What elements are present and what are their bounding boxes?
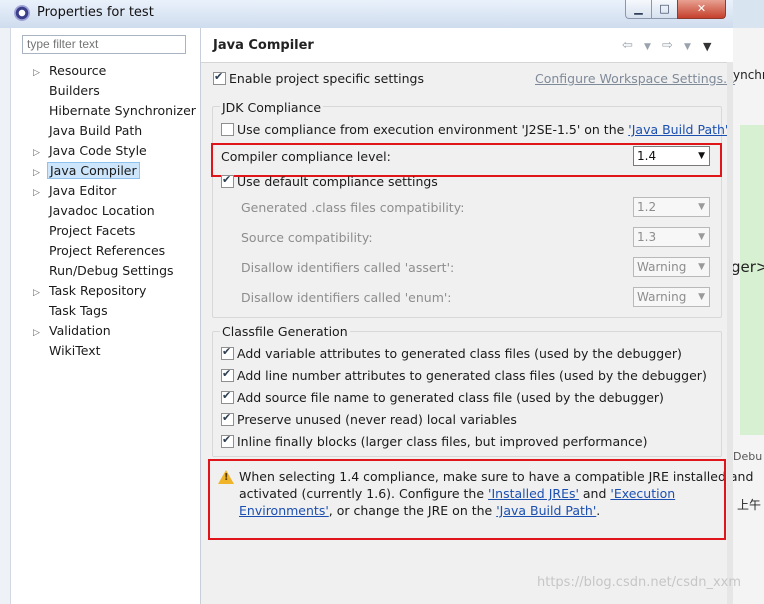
classfile-option-label: Add line number attributes to generated … [237, 368, 707, 383]
classfile-option-checkbox[interactable] [221, 433, 234, 448]
tree-item-label: Java Editor [49, 183, 117, 198]
tree-item[interactable]: Run/Debug Settings [33, 261, 176, 280]
tree-item[interactable]: ▷ Java Editor [33, 181, 118, 200]
background-text-debug: Debu [733, 450, 763, 463]
tree-item[interactable]: Project References [33, 241, 167, 260]
classfile-option-label: Preserve unused (never read) local varia… [237, 412, 517, 427]
tree-item[interactable]: Project Facets [33, 221, 137, 240]
tree-item[interactable]: ▷ Java Compiler [33, 161, 140, 180]
classfile-option-checkbox[interactable] [221, 345, 234, 360]
eclipse-icon [14, 5, 30, 21]
classfile-option-label: Add source file name to generated class … [237, 390, 664, 405]
tree-item-label: Task Tags [49, 303, 108, 318]
jdk-setting-value: Warning [637, 290, 687, 304]
chevron-down-icon: ▼ [698, 262, 705, 272]
tree-item-label: Project Facets [49, 223, 136, 238]
enable-specific-label: Enable project specific settings [229, 71, 424, 86]
tree-item[interactable]: ▷ Validation [33, 321, 113, 340]
tree-item[interactable]: ▷ Task Repository [33, 281, 148, 300]
tree-item[interactable]: Task Tags [33, 301, 110, 320]
classfile-option-checkbox[interactable] [221, 389, 234, 404]
background-text-am: 上午 [737, 498, 762, 512]
maximize-button[interactable]: □ [651, 0, 678, 19]
configure-workspace-link[interactable]: Configure Workspace Settings... [535, 71, 735, 86]
use-default-compliance-label: Use default compliance settings [237, 174, 438, 189]
watermark: https://blog.csdn.net/csdn_xxm [537, 575, 742, 590]
tree-item-label: Validation [49, 323, 111, 338]
highlight-compliance-level [211, 143, 722, 177]
jdk-setting-select[interactable]: Warning ▼ [633, 257, 710, 277]
tree-item-label: Task Repository [49, 283, 147, 298]
tree-item-label: Builders [49, 83, 100, 98]
tree-item-label: Project References [49, 243, 166, 258]
classfile-option-checkbox[interactable] [221, 367, 234, 382]
forward-dropdown-icon[interactable]: ▼ [684, 42, 691, 52]
java-build-path-link[interactable]: 'Java Build Path' [628, 122, 728, 137]
tree-item-label: Java Compiler [47, 162, 140, 179]
jdk-setting-select[interactable]: 1.3 ▼ [633, 227, 710, 247]
jdk-setting-label: Generated .class files compatibility: [241, 200, 465, 215]
jdk-setting-value: 1.3 [637, 230, 657, 244]
page-title: Java Compiler [213, 38, 314, 53]
highlight-warning [208, 459, 726, 540]
tree-item[interactable]: Javadoc Location [33, 201, 157, 220]
tree-item[interactable]: ▷ Resource [33, 61, 108, 80]
view-menu-icon[interactable]: ▼ [703, 40, 711, 53]
tree-item-label: Hibernate Synchronizer [49, 103, 196, 118]
tree-item[interactable]: WikiText [33, 341, 103, 360]
chevron-down-icon: ▼ [698, 292, 705, 302]
jdk-setting-value: 1.2 [637, 200, 657, 214]
minimize-button[interactable]: ▁ [625, 0, 652, 19]
back-arrow-icon[interactable]: ⇦ [622, 38, 633, 53]
close-button[interactable]: ✕ [677, 0, 726, 19]
tree-item-label: WikiText [49, 343, 101, 358]
use-env-compliance-checkbox[interactable] [221, 123, 234, 136]
tree-item[interactable]: ▷ Java Code Style [33, 141, 149, 160]
jdk-setting-label: Disallow identifiers called 'assert': [241, 260, 455, 275]
jdk-setting-label: Source compatibility: [241, 230, 373, 245]
tree-item-label: Run/Debug Settings [49, 263, 174, 278]
chevron-down-icon: ▼ [698, 232, 705, 242]
tree-item[interactable]: Hibernate Synchronizer [33, 101, 198, 120]
jdk-setting-select[interactable]: Warning ▼ [633, 287, 710, 307]
tree-item-label: Javadoc Location [49, 203, 155, 218]
back-dropdown-icon[interactable]: ▼ [644, 42, 651, 52]
forward-arrow-icon[interactable]: ⇨ [662, 38, 673, 53]
classfile-option-label: Add variable attributes to generated cla… [237, 346, 682, 361]
jdk-setting-select[interactable]: 1.2 ▼ [633, 197, 710, 217]
tree-item-label: Resource [49, 63, 107, 78]
background-text-synchr: ynchr [733, 68, 764, 82]
tree-item-label: Java Build Path [49, 123, 143, 138]
background-text-ger: ger> [731, 258, 764, 276]
tree-item[interactable]: Builders [33, 81, 102, 100]
sidebar-edge [0, 28, 11, 604]
use-default-compliance-checkbox[interactable] [221, 173, 234, 188]
window-title: Properties for test [37, 5, 154, 20]
tree-item-label: Java Code Style [49, 143, 147, 158]
classfile-generation-heading: Classfile Generation [220, 324, 350, 339]
enable-specific-checkbox[interactable] [213, 70, 226, 85]
vertical-scrollbar[interactable] [727, 62, 733, 604]
classfile-option-checkbox[interactable] [221, 411, 234, 426]
jdk-setting-value: Warning [637, 260, 687, 274]
filter-input[interactable] [22, 35, 186, 54]
chevron-down-icon: ▼ [698, 202, 705, 212]
use-env-compliance-label: Use compliance from execution environmen… [237, 122, 729, 137]
classfile-option-label: Inline finally blocks (larger class file… [237, 434, 648, 449]
background-editor-area [740, 125, 764, 435]
tree-item[interactable]: Java Build Path [33, 121, 144, 140]
jdk-setting-label: Disallow identifiers called 'enum': [241, 290, 452, 305]
jdk-compliance-heading: JDK Compliance [220, 100, 324, 115]
